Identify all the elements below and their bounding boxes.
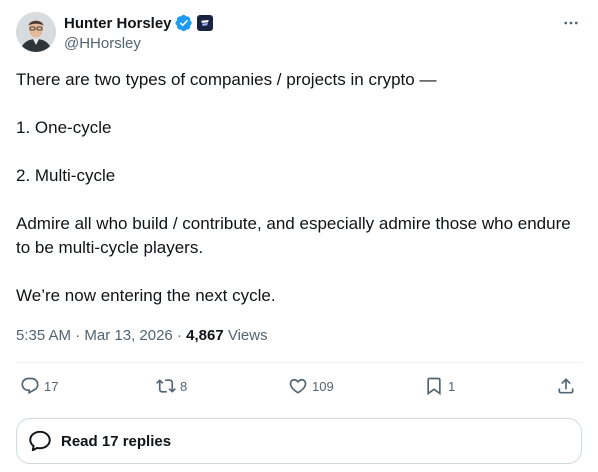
views-label: Views xyxy=(223,327,268,344)
views-count: 4,867 xyxy=(186,327,224,344)
share-icon xyxy=(558,378,574,394)
bookmark-icon xyxy=(427,377,441,396)
bookmark-button[interactable]: 1 xyxy=(424,374,455,398)
tweet-text: There are two types of companies / proje… xyxy=(16,68,576,308)
verified-badge-icon[interactable] xyxy=(175,14,193,32)
reply-icon xyxy=(21,377,39,395)
affiliate-logo-icon[interactable] xyxy=(196,15,213,31)
like-count: 109 xyxy=(312,378,334,394)
repost-count: 8 xyxy=(180,378,188,394)
repost-icon xyxy=(156,379,176,393)
like-icon xyxy=(289,378,307,394)
share-button[interactable] xyxy=(556,374,576,398)
tweet-time[interactable]: 5:35 AM xyxy=(16,327,71,344)
meta-separator: · xyxy=(71,327,85,344)
bookmark-count: 1 xyxy=(448,378,456,394)
tweet-meta: 5:35 AM · Mar 13, 2026 · 4,867 Views xyxy=(16,326,268,346)
action-bar: 17 8 109 1 xyxy=(16,372,582,400)
reply-count: 17 xyxy=(44,378,59,394)
like-button[interactable]: 109 xyxy=(288,374,334,398)
speech-bubble-icon xyxy=(29,430,51,452)
more-options-icon[interactable] xyxy=(560,12,582,34)
author-display-name[interactable]: Hunter Horsley xyxy=(64,15,172,32)
author-handle[interactable]: @HHorsley xyxy=(64,35,213,52)
tweet-date[interactable]: Mar 13, 2026 xyxy=(84,327,172,344)
repost-button[interactable]: 8 xyxy=(156,374,187,398)
tweet-paragraph: 2. Multi-cycle xyxy=(16,166,116,185)
read-replies-label: Read 17 replies xyxy=(61,432,172,450)
divider xyxy=(16,362,582,363)
tweet-paragraph: There are two types of companies / proje… xyxy=(16,70,437,89)
read-replies-button[interactable]: Read 17 replies xyxy=(16,418,582,464)
tweet-header: Hunter Horsley @HHorsley xyxy=(16,12,582,56)
tweet-paragraph: 1. One-cycle xyxy=(16,118,112,137)
author-avatar[interactable] xyxy=(16,12,56,52)
reply-button[interactable]: 17 xyxy=(20,374,58,398)
meta-separator: · xyxy=(172,327,187,344)
author-names: Hunter Horsley @HHorsley xyxy=(64,13,213,52)
tweet-paragraph: We’re now entering the next cycle. xyxy=(16,286,276,305)
tweet-paragraph: Admire all who build / contribute, and e… xyxy=(16,214,571,257)
